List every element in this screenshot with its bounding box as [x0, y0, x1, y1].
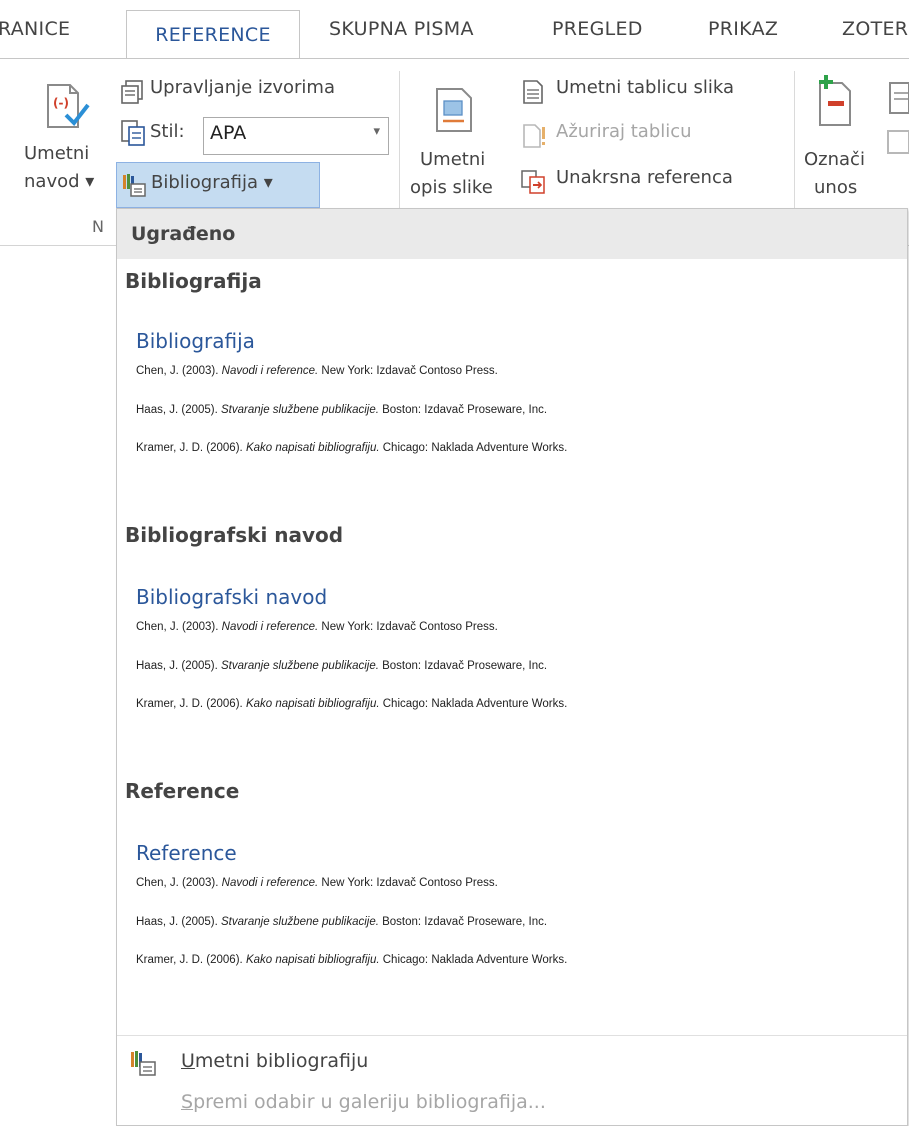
- style-label: Stil:: [150, 121, 185, 142]
- save-selection-menu-item[interactable]: Spremi odabir u galeriju bibliografija..…: [117, 1085, 907, 1125]
- style-icon: [121, 120, 145, 146]
- update-table-icon: [523, 124, 545, 148]
- section-title: Bibliografski navod: [125, 523, 344, 547]
- update-table-label: Ažuriraj tablicu: [556, 121, 692, 142]
- svg-text:(-): (-): [53, 96, 69, 110]
- insert-caption-icon: [436, 88, 472, 132]
- bibliography-icon: [123, 174, 146, 197]
- group-label-fragment: N: [92, 217, 104, 236]
- mark-entry-label-2: unos: [814, 177, 858, 198]
- cross-reference-label: Unakrsna referenca: [556, 167, 733, 188]
- insert-citation-icon: (-): [47, 84, 90, 128]
- tab-skupna-pisma[interactable]: SKUPNA PISMA: [329, 0, 474, 58]
- menu-header: Ugrađeno: [117, 209, 907, 259]
- citation-entry: Haas, J. (2005). Stvaranje službene publ…: [136, 404, 548, 416]
- manage-sources-button[interactable]: Upravljanje izvorima: [118, 73, 388, 107]
- tab-zotero[interactable]: ZOTER: [842, 0, 908, 58]
- insert-caption-label-1: Umetni: [420, 149, 486, 170]
- table-of-figures-icon: [523, 80, 543, 104]
- bibliography-dropdown-menu: Ugrađeno Bibliografija Bibliografija Che…: [116, 208, 908, 1126]
- citation-entry: Chen, J. (2003). Navodi i reference. New…: [136, 877, 498, 889]
- section-title: Reference: [125, 779, 240, 803]
- menu-header-label: Ugrađeno: [131, 223, 236, 245]
- gallery-item-reference[interactable]: Reference Chen, J. (2003). Navodi i refe…: [117, 829, 907, 979]
- insert-table-of-figures-label: Umetni tablicu slika: [556, 77, 735, 98]
- cross-reference-icon: [521, 170, 545, 194]
- mark-entry-label-1: Označi: [804, 149, 865, 170]
- manage-sources-label: Upravljanje izvorima: [150, 77, 336, 98]
- partial-document-icon: [887, 130, 909, 154]
- citation-entry: Chen, J. (2003). Navodi i reference. New…: [136, 621, 498, 633]
- bibliography-icon: [131, 1051, 156, 1076]
- insert-table-of-figures-button[interactable]: Umetni tablicu slika: [518, 73, 788, 107]
- chevron-down-icon: ▾: [373, 124, 380, 139]
- insert-caption-label-2: opis slike: [410, 177, 493, 198]
- bibliography-label: Bibliografija ▾: [151, 172, 273, 193]
- style-select-value: APA: [210, 122, 247, 144]
- tab-reference[interactable]: REFERENCE: [126, 10, 300, 59]
- save-selection-label: Spremi odabir u galeriju bibliografija..…: [181, 1091, 546, 1113]
- insert-bibliography-menu-item[interactable]: Umetni bibliografiju: [117, 1043, 907, 1083]
- tab-pregled[interactable]: PREGLED: [552, 0, 643, 58]
- update-table-button[interactable]: Ažuriraj tablicu: [518, 117, 788, 151]
- partial-document-icon: [889, 82, 909, 114]
- tab-prikaz[interactable]: PRIKAZ: [708, 0, 778, 58]
- gallery-item-title: Bibliografski navod: [136, 585, 328, 609]
- menu-divider: [117, 1035, 907, 1036]
- insert-caption-button[interactable]: Umetni opis slike: [406, 79, 506, 209]
- citation-entry: Chen, J. (2003). Navodi i reference. New…: [136, 365, 498, 377]
- insert-citation-button[interactable]: (-) Umetni navod ▾: [20, 79, 112, 209]
- citation-entry: Kramer, J. D. (2006). Kako napisati bibl…: [136, 698, 568, 710]
- gallery-item-citation[interactable]: Bibliografski navod Chen, J. (2003). Nav…: [117, 573, 907, 723]
- style-select[interactable]: APA ▾: [203, 117, 389, 155]
- gallery-item-bibliography[interactable]: Bibliografija Chen, J. (2003). Navodi i …: [117, 317, 907, 467]
- bibliography-button[interactable]: Bibliografija ▾: [116, 162, 320, 208]
- gallery-item-title: Bibliografija: [136, 329, 255, 353]
- insert-citation-label-2: navod ▾: [24, 171, 95, 192]
- insert-citation-label-1: Umetni: [24, 143, 90, 164]
- gallery-item-title: Reference: [136, 841, 237, 865]
- cross-reference-button[interactable]: Unakrsna referenca: [518, 163, 788, 197]
- section-title: Bibliografija: [125, 269, 262, 293]
- mark-entry-icon: [819, 75, 851, 126]
- citation-entry: Kramer, J. D. (2006). Kako napisati bibl…: [136, 442, 568, 454]
- citation-entry: Kramer, J. D. (2006). Kako napisati bibl…: [136, 954, 568, 966]
- insert-bibliography-label: Umetni bibliografiju: [181, 1050, 369, 1072]
- mark-entry-button[interactable]: Označi unos: [800, 73, 876, 209]
- citation-entry: Haas, J. (2005). Stvaranje službene publ…: [136, 916, 548, 928]
- tab-stranice[interactable]: RANICE: [0, 0, 70, 58]
- manage-sources-icon: [121, 80, 143, 104]
- citation-entry: Haas, J. (2005). Stvaranje službene publ…: [136, 660, 548, 672]
